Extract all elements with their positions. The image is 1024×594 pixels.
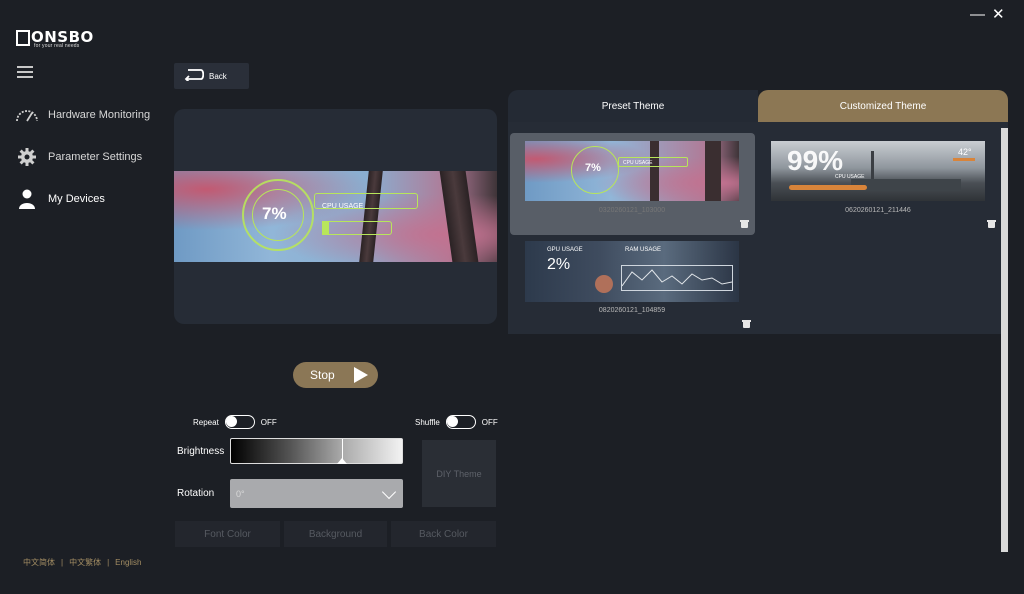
tab-customized-theme[interactable]: Customized Theme [758,90,1008,122]
preview-screen: 7% CPU USAGE [174,171,497,262]
stop-button[interactable]: Stop [293,362,378,388]
thumb-ram-label: RAM USAGE [625,247,662,253]
tab-label: Preset Theme [601,100,665,112]
language-switcher: 中文简体 | 中文繁体 | English [20,557,144,568]
rotation-select[interactable]: 0° [230,479,403,508]
thumb-value: 7% [585,162,601,174]
lang-english[interactable]: English [115,558,141,567]
thumb-label: GPU USAGE [547,247,583,253]
lang-separator: | [61,558,64,567]
menu-icon[interactable] [17,66,33,78]
lang-separator: | [107,558,110,567]
theme-name: 0820260121_104859 [598,307,666,314]
thumb-label: CPU USAGE [835,174,865,180]
trash-icon[interactable] [987,220,996,228]
shuffle-label: Shuffle [415,417,440,427]
trash-icon[interactable] [742,320,751,328]
thumb-value: 2% [547,256,571,273]
back-arrow-icon [184,69,205,83]
brightness-label: Brightness [177,446,225,457]
background-label: Background [308,528,363,540]
diy-theme-label: DIY Theme [436,468,482,479]
sidebar-item-label: Parameter Settings [48,151,143,163]
theme-name: 0320260121_103000 [598,207,666,214]
rotation-label: Rotation [177,488,215,499]
close-button[interactable]: ✕ [992,7,1005,22]
repeat-toggle-row: Repeat OFF [193,415,277,429]
repeat-label: Repeat [193,417,219,427]
minimize-button[interactable]: — [970,7,985,22]
preview-cpu-value: 7% [262,204,287,223]
tab-preset-theme[interactable]: Preset Theme [508,90,758,122]
brightness-handle[interactable] [337,458,347,464]
repeat-switch[interactable] [224,415,255,429]
theme-card[interactable]: 2% GPU USAGE RAM USAGE 0820260121_104859 [510,235,755,334]
font-color-label: Font Color [204,528,251,540]
stop-label: Stop [310,368,335,382]
theme-card[interactable]: 7% CPU USAGE 0320260121_103000 [510,133,755,235]
theme-name: 0620260121_211446 [845,207,911,214]
sidebar-item-label: My Devices [48,193,105,205]
shuffle-toggle-row: Shuffle OFF [415,415,498,429]
back-button[interactable]: Back [174,63,249,89]
theme-tabs: Preset Theme Customized Theme [508,90,1008,122]
theme-gallery: 7% CPU USAGE 0320260121_103000 99% CPU U… [508,122,1008,334]
repeat-state: OFF [260,417,277,427]
back-color-label: Back Color [419,528,468,540]
sidebar-item-my-devices[interactable]: My Devices [14,186,105,212]
theme-scrollbar[interactable] [1001,128,1008,552]
sidebar-item-parameter-settings[interactable]: Parameter Settings [14,144,142,170]
trash-icon[interactable] [740,220,749,228]
sidebar-item-label: Hardware Monitoring [48,109,151,121]
theme-thumbnail: 2% GPU USAGE RAM USAGE [525,241,739,302]
sidebar-item-hardware-monitoring[interactable]: Hardware Monitoring [14,102,150,128]
theme-thumbnail: 7% CPU USAGE [525,141,739,201]
diy-theme-button[interactable]: DIY Theme [422,440,496,507]
speedometer-icon [14,104,40,126]
thumb-label: CPU USAGE [623,160,653,166]
font-color-button[interactable]: Font Color [175,521,280,547]
back-color-button[interactable]: Back Color [391,521,496,547]
play-icon [354,367,368,383]
back-label: Back [209,71,227,81]
chevron-down-icon [381,484,397,500]
theme-thumbnail: 99% CPU USAGE 42° [771,141,985,201]
theme-preview-panel: 7% CPU USAGE [174,109,497,324]
tab-label: Customized Theme [839,100,927,112]
shuffle-switch[interactable] [445,415,476,429]
preview-cpu-label: CPU USAGE [322,203,364,210]
thumb-value: 99% [787,145,844,176]
user-icon [14,188,40,210]
lang-simplified-chinese[interactable]: 中文简体 [23,558,55,567]
brightness-slider[interactable] [230,438,403,464]
rotation-value: 0° [236,488,245,499]
thumb-temp: 42° [958,147,972,157]
background-button[interactable]: Background [284,521,387,547]
lang-traditional-chinese[interactable]: 中文繁体 [69,558,101,567]
theme-card[interactable]: 99% CPU USAGE 42° 0620260121_211446 [760,133,1005,235]
jonsbo-logo: ONSBO for your real needs [16,30,96,54]
gear-icon [14,146,40,168]
shuffle-state: OFF [481,417,498,427]
